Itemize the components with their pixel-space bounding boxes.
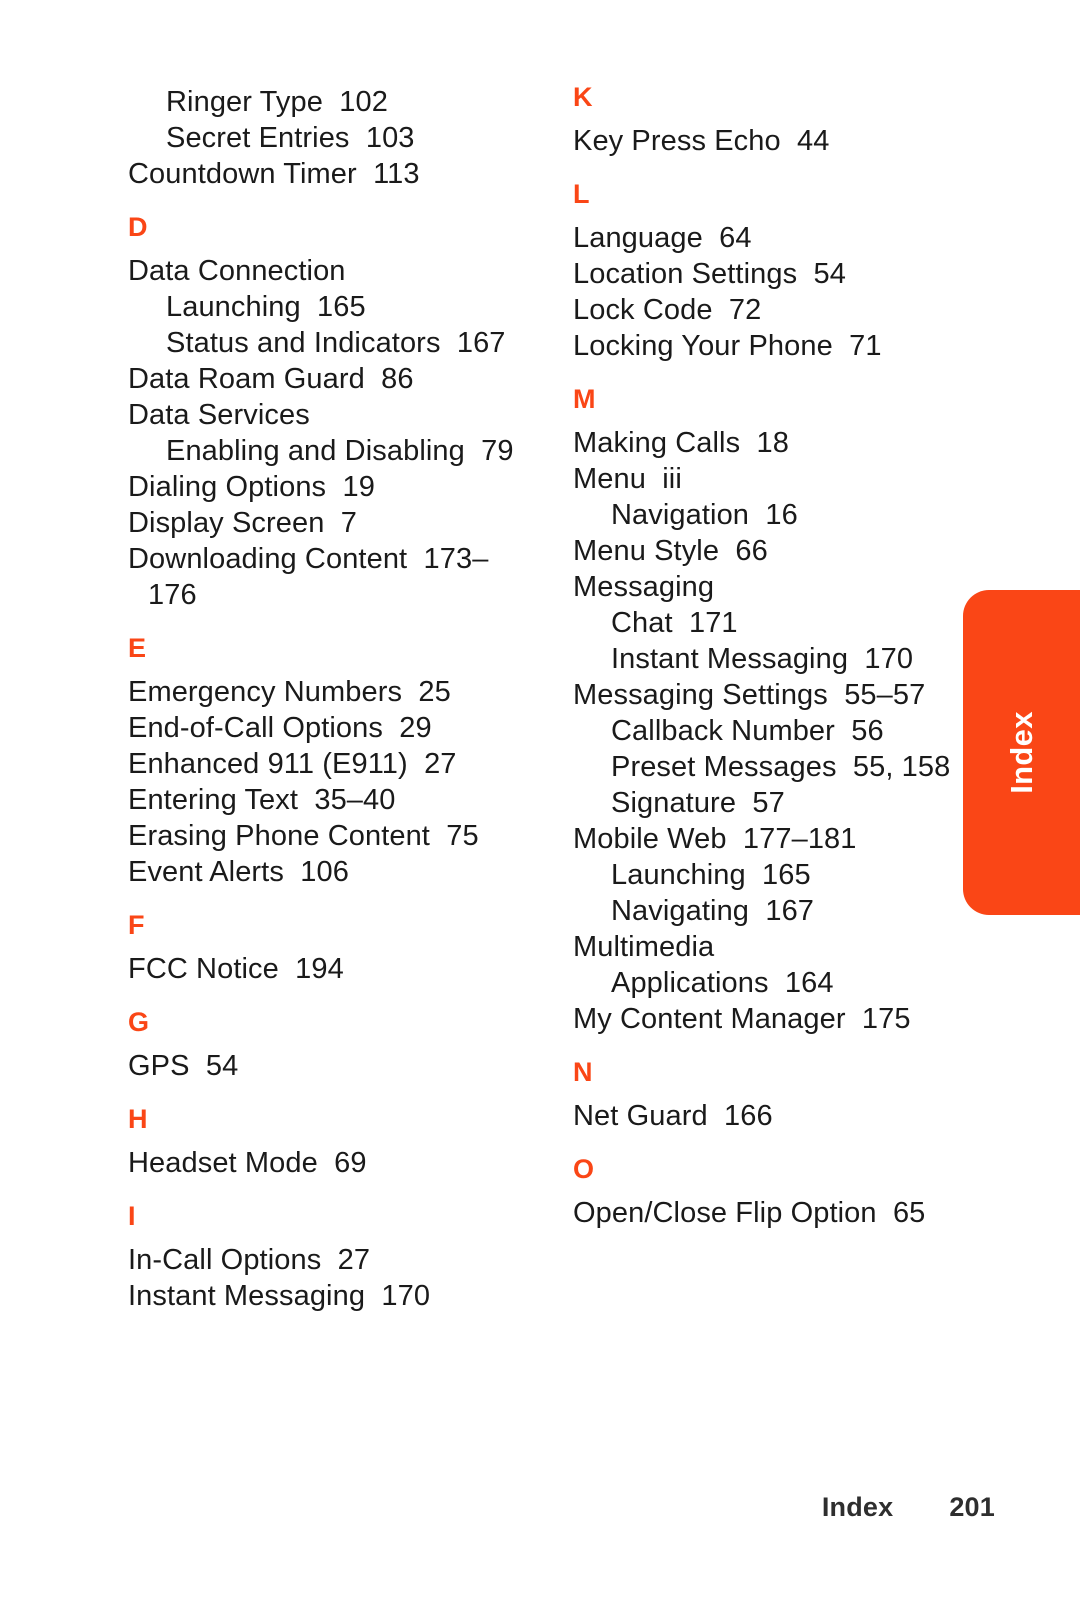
index-entry: Key Press Echo 44: [573, 125, 830, 157]
index-entry: Headset Mode 69: [128, 1147, 367, 1179]
index-entry: Navigating 167: [611, 895, 815, 927]
index-entry: Launching 165: [166, 291, 366, 323]
page-footer: Index 201: [0, 1492, 1080, 1536]
index-entry: Data Roam Guard 86: [128, 363, 414, 395]
index-entry: Messaging: [573, 571, 715, 603]
index-entry: Multimedia: [573, 931, 715, 963]
index-entry: My Content Manager 175: [573, 1003, 911, 1035]
section-letter-i: I: [128, 1201, 136, 1231]
section-letter-d: D: [128, 212, 148, 242]
index-entry: Mobile Web 177–181: [573, 823, 857, 855]
index-entry: Data Connection: [128, 255, 346, 287]
index-entry: Menu iii: [573, 463, 682, 495]
side-index-tab-label: Index: [1004, 711, 1039, 794]
index-entry: Locking Your Phone 71: [573, 330, 882, 362]
index-entry: Event Alerts 106: [128, 856, 349, 888]
index-entry: Data Services: [128, 399, 310, 431]
footer-section-label: Index: [821, 1492, 894, 1522]
index-entry: Dialing Options 19: [128, 471, 375, 503]
section-letter-g: G: [128, 1007, 150, 1037]
footer-page-number: 201: [949, 1492, 995, 1522]
index-entry: Launching 165: [611, 859, 811, 891]
side-index-tab: Index: [963, 590, 1080, 915]
index-entry: Making Calls 18: [573, 427, 789, 459]
index-column-left: Ringer Type 102 Secret Entries 103 Countdo…: [128, 84, 528, 1314]
index-entry: Messaging Settings 55–57: [573, 679, 926, 711]
index-entry: 176: [148, 579, 197, 611]
index-entry: Emergency Numbers 25: [128, 676, 451, 708]
section-letter-o: O: [573, 1154, 595, 1184]
index-entry: Instant Messaging 170: [611, 643, 914, 675]
page-footer-inner: Index 201: [822, 1492, 995, 1523]
index-entry: Countdown Timer 113: [128, 158, 420, 190]
index-entry: Location Settings 54: [573, 258, 846, 290]
index-entry: Erasing Phone Content 75: [128, 820, 479, 852]
index-entry: Lock Code 72: [573, 294, 762, 326]
index-entry: Enhanced 911 (E911) 27: [128, 748, 457, 780]
index-entry: In-Call Options 27: [128, 1244, 371, 1276]
section-letter-k: K: [573, 82, 593, 112]
index-entry: Enabling and Disabling 79: [166, 435, 514, 467]
index-entry: End-of-Call Options 29: [128, 712, 432, 744]
index-entry: Menu Style 66: [573, 535, 768, 567]
index-entry: Navigation 16: [611, 499, 798, 531]
index-entry: Ringer Type 102: [166, 86, 388, 118]
index-entry: Chat 171: [611, 607, 738, 639]
index-entry: Instant Messaging 170: [128, 1280, 431, 1312]
section-letter-f: F: [128, 910, 145, 940]
section-letter-e: E: [128, 633, 147, 663]
index-entry: Status and Indicators 167: [166, 327, 506, 359]
index-entry: GPS 54: [128, 1050, 239, 1082]
index-entry: Net Guard 166: [573, 1100, 773, 1132]
index-entry: Callback Number 56: [611, 715, 884, 747]
index-entry: FCC Notice 194: [128, 953, 344, 985]
index-entry: Preset Messages 55, 158: [611, 751, 951, 783]
section-letter-m: M: [573, 384, 596, 414]
index-entry: Signature 57: [611, 787, 785, 819]
index-entry: Language 64: [573, 222, 752, 254]
index-entry: Open/Close Flip Option 65: [573, 1197, 926, 1229]
index-entry: Downloading Content 173–: [128, 543, 489, 575]
index-entry: Display Screen 7: [128, 507, 357, 539]
section-letter-l: L: [573, 179, 590, 209]
section-letter-h: H: [128, 1104, 148, 1134]
section-letter-n: N: [573, 1057, 593, 1087]
index-entry: Applications 164: [611, 967, 834, 999]
index-page: Ringer Type 102 Secret Entries 103 Countdo…: [0, 0, 1080, 1620]
index-entry: Entering Text 35–40: [128, 784, 396, 816]
index-entry: Secret Entries 103: [166, 122, 415, 154]
index-column-right: K Key Press Echo 44 L Language 64 Location S…: [573, 84, 973, 1231]
